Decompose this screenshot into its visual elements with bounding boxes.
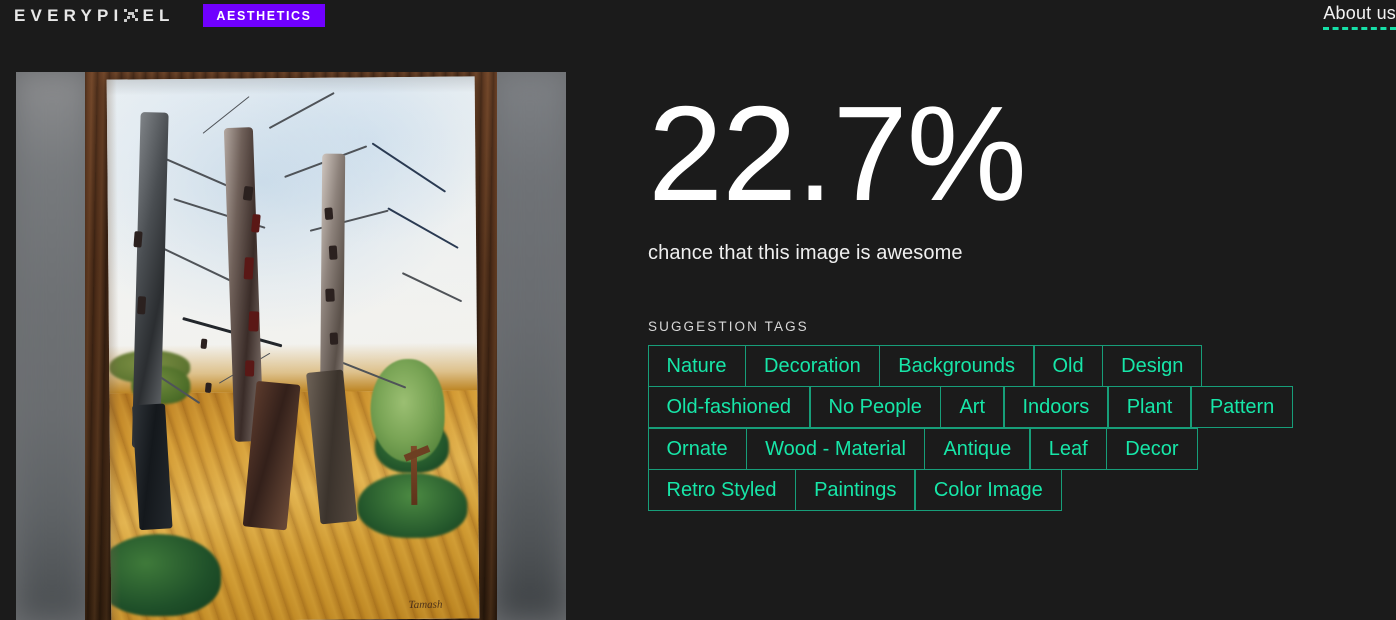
bark-mark [328,245,338,260]
logo-text-part1: EVERYPI [14,6,124,25]
image-blur-right-fill [494,72,566,620]
suggestion-tag[interactable]: Old-fashioned [647,386,811,428]
results-panel: 22.7% chance that this image is awesome … [647,72,1368,511]
suggestion-tag[interactable]: Leaf [1029,427,1107,470]
pixel-x-icon [123,9,138,23]
aesthetic-score: 22.7% [648,78,1027,229]
everypixel-logo[interactable]: EVERYPI EL [14,6,175,26]
artist-signature: Tamash [408,598,443,611]
bark-mark [133,230,143,248]
bark-mark [324,207,334,221]
pine-tree-crown [370,358,445,463]
aesthetics-badge-label: AESTHETICS [216,8,312,23]
bark-mark [329,332,338,345]
image-blur-left-fill [16,72,88,620]
suggestion-tag[interactable]: Plant [1107,386,1192,428]
suggestion-tag[interactable]: Pattern [1190,386,1294,428]
watercolor-paper: Tamash [106,76,480,620]
suggestion-tag[interactable]: Ornate [647,427,747,470]
suggestion-tag[interactable]: Decor [1106,427,1198,470]
suggestion-tag[interactable]: Color Image [914,469,1062,511]
suggestion-tag[interactable]: Wood - Material [746,427,925,470]
bark-mark [137,295,147,315]
suggestion-tags-label: SUGGESTION TAGS [648,319,809,334]
bark-mark [243,256,255,280]
everypixel-aesthetics-page: EVERYPI EL AESTHETICS About us Tamash 22… [0,0,1396,620]
suggestion-tag[interactable]: Decoration [745,344,880,387]
bark-mark [248,311,260,332]
aesthetics-badge: AESTHETICS [203,4,325,27]
analyzed-image[interactable]: Tamash [85,72,497,620]
about-us-link[interactable]: About us [1323,2,1396,30]
suggestion-tag[interactable]: Antique [924,427,1031,470]
suggestion-tag[interactable]: Indoors [1003,386,1109,428]
logo-wordmark: EVERYPI EL [14,6,175,26]
suggestion-tag[interactable]: Retro Styled [647,469,796,511]
bush-shrub [106,533,222,617]
suggestion-tag[interactable]: Paintings [795,469,916,511]
suggestion-tag[interactable]: No People [809,386,941,428]
bark-mark [200,338,208,350]
aesthetic-score-caption: chance that this image is awesome [648,242,963,264]
bark-mark [325,288,335,303]
bark-mark [250,213,261,233]
suggestion-tags-list: Nature Decoration Backgrounds Old Design Old-… [647,344,1308,511]
site-header: EVERYPI EL AESTHETICS About us [0,0,1396,46]
suggestion-tag[interactable]: Backgrounds [879,344,1034,387]
suggestion-tag[interactable]: Nature [647,344,746,387]
suggestion-tag[interactable]: Design [1102,344,1203,387]
paper-fold-highlight [106,76,475,96]
bark-mark [204,381,212,393]
bark-mark [245,360,255,377]
logo-text-part2: EL [142,6,175,25]
suggestion-tag[interactable]: Art [940,386,1004,428]
suggestion-tag[interactable]: Old [1033,344,1103,387]
analyzed-image-panel: Tamash [16,72,566,620]
